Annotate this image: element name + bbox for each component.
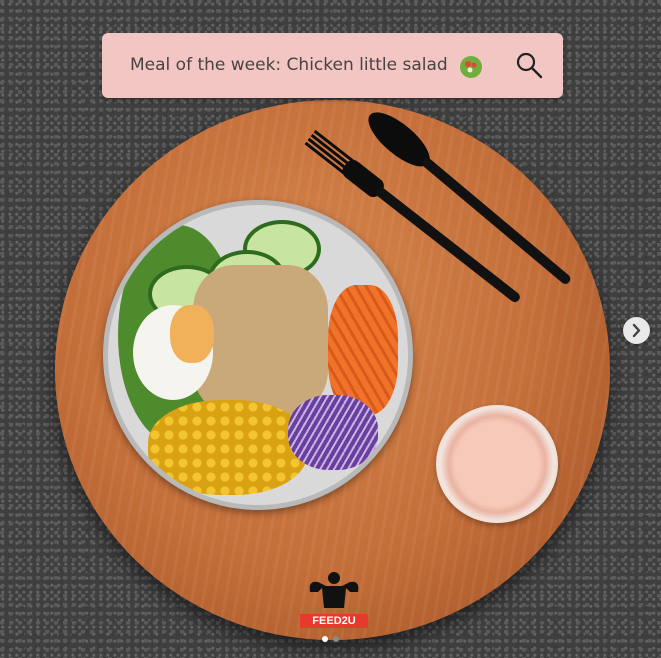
search-bar[interactable]: Meal of the week: Chicken little salad: [102, 33, 563, 98]
red-cabbage: [288, 395, 378, 470]
search-icon[interactable]: [515, 51, 543, 79]
strongman-icon: [309, 572, 359, 608]
sweet-corn: [148, 400, 308, 495]
next-slide-button[interactable]: [623, 317, 650, 344]
post-image: FEED2U: [0, 0, 661, 658]
brand-logo-text: FEED2U: [300, 614, 368, 628]
carousel-indicator: [322, 636, 346, 644]
chevron-right-icon: [632, 323, 641, 338]
salad-bowl: [103, 200, 413, 510]
salad-bowl-icon: [460, 56, 482, 78]
brand-logo: FEED2U: [300, 570, 368, 628]
egg-yolk: [170, 305, 214, 363]
carousel-dot: [333, 636, 339, 642]
sauce-cup: [436, 405, 558, 523]
carousel-dot-active: [322, 636, 328, 642]
search-query-text: Meal of the week: Chicken little salad: [130, 55, 448, 75]
